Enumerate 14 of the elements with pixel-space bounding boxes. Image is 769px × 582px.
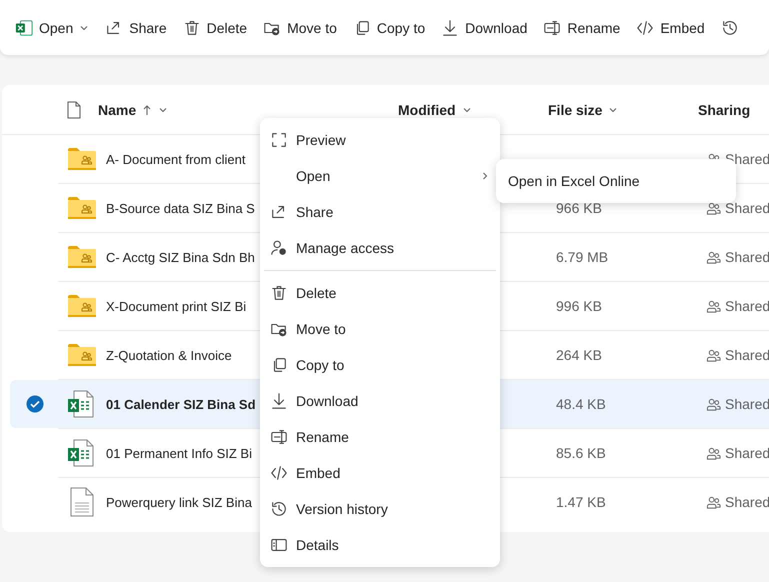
sharing-status: Shared xyxy=(725,396,769,412)
file-size: 264 KB xyxy=(556,347,603,363)
sharing-status: Shared xyxy=(725,494,769,510)
file-size: 1.47 KB xyxy=(556,494,607,510)
sharing-status: Shared xyxy=(725,445,769,461)
file-size: 48.4 KB xyxy=(556,396,607,412)
file-size: 996 KB xyxy=(556,298,603,314)
file-size: 6.79 MB xyxy=(556,249,610,265)
sharing-status: Shared xyxy=(725,200,769,216)
file-size: 85.6 KB xyxy=(556,445,607,461)
sharing-status: Shared xyxy=(725,298,769,314)
file-size: 966 KB xyxy=(556,200,603,216)
sharing-status: Shared xyxy=(725,347,769,363)
sharing-status: Shared xyxy=(725,249,769,265)
